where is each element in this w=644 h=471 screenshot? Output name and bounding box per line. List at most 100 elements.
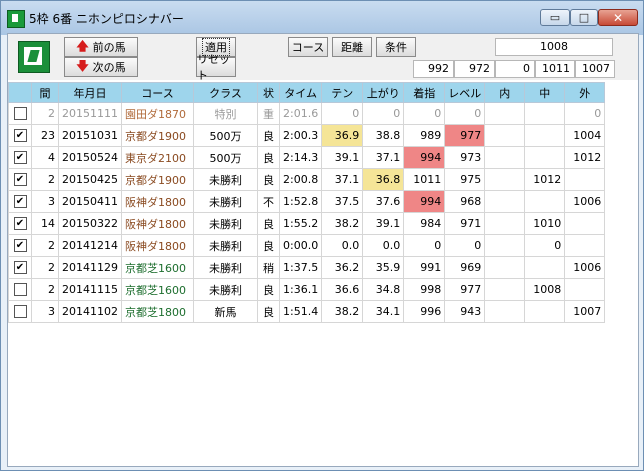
table-row[interactable]: ✔ 4 20150524 東京ダ2100 500万良 2:14.3 39.1 37.1 994 9… xyxy=(8,146,606,169)
next-horse-button[interactable]: 🡇 次の馬 xyxy=(64,57,138,77)
row-checkbox-cell: ✔ xyxy=(8,124,32,147)
table-row[interactable]: ✔ 2 20150425 京都ダ1900 未勝利良 2:00.8 37.1 36.8 1011 9… xyxy=(8,168,606,191)
toolbar: 🡅 前の馬 🡇 次の馬 適用 リセット コース 距離 条件 1008 992 9… xyxy=(8,34,638,82)
row-checkbox[interactable]: ✔ xyxy=(13,217,27,231)
col-header-middle[interactable]: 中 xyxy=(524,82,566,103)
table-row[interactable]: ✔ 3 20150411 阪神ダ1800 未勝利不 1:52.8 37.5 37.6 994 96… xyxy=(8,190,606,213)
cell-date: 20150425 xyxy=(58,168,122,191)
row-checkbox[interactable] xyxy=(13,305,27,319)
col-header-agari[interactable]: 上がり xyxy=(362,82,405,103)
table-row[interactable]: ✔ 14 20150322 阪神ダ1800 未勝利良 1:55.2 38.2 39.1 984 9… xyxy=(8,212,606,235)
cell-time: 2:14.3 xyxy=(278,146,323,169)
cell-time: 2:01.6 xyxy=(278,102,323,125)
race-history-grid: 間 年月日 コース クラス 状 タイム テン 上がり 着指 レベル 内 中 外 xyxy=(8,82,638,323)
row-checkbox[interactable]: ✔ xyxy=(13,129,27,143)
checkmark-icon: ✔ xyxy=(15,130,25,142)
cell-ten: 0 xyxy=(321,102,364,125)
cell-middle xyxy=(524,102,566,125)
cell-course: 阪神ダ1800 xyxy=(121,190,194,213)
app-window: 5枠 6番 ニホンピロシナバー ▭ □ ✕ 🡅 前の馬 🡇 次の馬 適用 リセッ… xyxy=(0,0,644,471)
prev-horse-button[interactable]: 🡅 前の馬 xyxy=(64,37,138,57)
summary-field: 992 xyxy=(413,60,454,78)
cell-chaku: 0 xyxy=(403,102,446,125)
col-header-level[interactable]: レベル xyxy=(444,82,486,103)
col-header-gap[interactable]: 間 xyxy=(31,82,59,103)
cell-ten: 38.2 xyxy=(321,300,364,323)
table-row[interactable]: 2 20141115 京都芝1600 未勝利良 1:36.1 36.6 34.8 998 977… xyxy=(8,278,606,301)
race-history-table: 間 年月日 コース クラス 状 タイム テン 上がり 着指 レベル 内 中 外 xyxy=(8,82,606,323)
cell-outer xyxy=(564,168,606,191)
col-header-condition[interactable]: 状 xyxy=(257,82,280,103)
table-row[interactable]: ✔ 23 20151031 京都ダ1900 500万良 2:00.3 36.9 38.8 989… xyxy=(8,124,606,147)
title-bar: 5枠 6番 ニホンピロシナバー ▭ □ ✕ xyxy=(1,1,643,35)
cell-class: 特別 xyxy=(193,102,258,125)
cell-level: 973 xyxy=(444,146,486,169)
cell-gap: 3 xyxy=(31,300,59,323)
cell-ten: 36.2 xyxy=(321,256,364,279)
top-value-field: 1008 xyxy=(495,38,613,56)
cell-date: 20141102 xyxy=(58,300,122,323)
course-filter-button[interactable]: コース xyxy=(288,37,328,57)
close-button[interactable]: ✕ xyxy=(598,9,638,26)
row-checkbox[interactable] xyxy=(13,107,27,121)
cell-class: 未勝利 xyxy=(193,256,258,279)
col-header-class[interactable]: クラス xyxy=(193,82,258,103)
cell-chaku: 994 xyxy=(403,190,446,213)
row-checkbox[interactable]: ✔ xyxy=(13,173,27,187)
cell-ten: 39.1 xyxy=(321,146,364,169)
cell-condition: 良 xyxy=(257,300,280,323)
table-row[interactable]: 3 20141102 京都芝1800 新馬良 1:51.4 38.2 34.1 996 943 1… xyxy=(8,300,606,323)
cell-time: 2:00.3 xyxy=(278,124,323,147)
col-header-inner[interactable]: 内 xyxy=(484,82,526,103)
col-header-time[interactable]: タイム xyxy=(278,82,323,103)
cell-condition: 良 xyxy=(257,168,280,191)
cell-chaku: 984 xyxy=(403,212,446,235)
maximize-button[interactable]: □ xyxy=(570,9,598,26)
cell-gap: 2 xyxy=(31,168,59,191)
cell-agari: 37.1 xyxy=(362,146,405,169)
col-header-check[interactable] xyxy=(8,82,32,103)
client-area: 🡅 前の馬 🡇 次の馬 適用 リセット コース 距離 条件 1008 992 9… xyxy=(7,33,639,467)
cell-outer: 1006 xyxy=(564,190,606,213)
col-header-date[interactable]: 年月日 xyxy=(58,82,122,103)
minimize-button[interactable]: ▭ xyxy=(540,9,570,26)
arrow-down-icon: 🡇 xyxy=(76,58,89,73)
cell-ten: 36.9 xyxy=(321,124,364,147)
cell-gap: 3 xyxy=(31,190,59,213)
table-row[interactable]: 2 20151111 園田ダ1870 特別重 2:01.6 0 0 0 0 0 xyxy=(8,102,606,125)
condition-filter-button[interactable]: 条件 xyxy=(376,37,416,57)
cell-time: 1:37.5 xyxy=(278,256,323,279)
cell-gap: 14 xyxy=(31,212,59,235)
cell-course: 阪神ダ1800 xyxy=(121,212,194,235)
cell-condition: 良 xyxy=(257,234,280,257)
cell-date: 20141115 xyxy=(58,278,122,301)
reset-button[interactable]: リセット xyxy=(196,53,236,82)
cell-date: 20141129 xyxy=(58,256,122,279)
distance-filter-button[interactable]: 距離 xyxy=(332,37,372,57)
cell-inner xyxy=(484,234,526,257)
next-horse-label: 次の馬 xyxy=(92,61,126,74)
table-row[interactable]: ✔ 2 20141129 京都芝1600 未勝利稍 1:37.5 36.2 35.9 991 96… xyxy=(8,256,606,279)
row-checkbox[interactable] xyxy=(13,283,27,297)
cell-inner xyxy=(484,124,526,147)
row-checkbox[interactable]: ✔ xyxy=(13,151,27,165)
col-header-outer[interactable]: 外 xyxy=(564,82,606,103)
row-checkbox[interactable]: ✔ xyxy=(13,261,27,275)
cell-outer: 1012 xyxy=(564,146,606,169)
cell-condition: 重 xyxy=(257,102,280,125)
row-checkbox[interactable]: ✔ xyxy=(13,239,27,253)
col-header-course[interactable]: コース xyxy=(121,82,194,103)
cell-agari: 37.6 xyxy=(362,190,405,213)
cell-course: 京都芝1600 xyxy=(121,278,194,301)
close-icon: ✕ xyxy=(612,10,624,25)
cell-date: 20150524 xyxy=(58,146,122,169)
col-header-chaku[interactable]: 着指 xyxy=(403,82,446,103)
cell-level: 977 xyxy=(444,124,486,147)
col-header-ten[interactable]: テン xyxy=(321,82,364,103)
row-checkbox[interactable]: ✔ xyxy=(13,195,27,209)
cell-condition: 稍 xyxy=(257,256,280,279)
table-row[interactable]: ✔ 2 20141214 阪神ダ1800 未勝利良 0:00.0 0.0 0.0 0 0 0 xyxy=(8,234,606,257)
table-header-row: 間 年月日 コース クラス 状 タイム テン 上がり 着指 レベル 内 中 外 xyxy=(8,82,606,103)
cell-level: 968 xyxy=(444,190,486,213)
app-icon xyxy=(7,10,25,28)
